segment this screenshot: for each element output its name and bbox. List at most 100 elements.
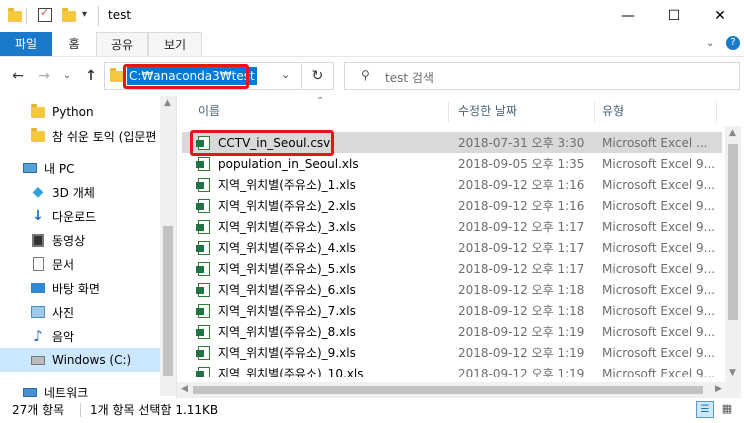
details-view-icon[interactable]: ☰ bbox=[696, 401, 714, 418]
file-date: 2018-09-12 오후 1:19 bbox=[458, 367, 585, 377]
refresh-icon[interactable]: ↻ bbox=[302, 62, 334, 90]
sidebar-item-label: 사진 bbox=[52, 305, 75, 320]
column-header-date[interactable]: 수정한 날짜 bbox=[458, 96, 517, 126]
sidebar-scroll-thumb[interactable] bbox=[163, 226, 173, 376]
title-bar: ✓ ▾ test — ☐ ✕ bbox=[0, 0, 744, 32]
sidebar-item-label: 동영상 bbox=[52, 233, 86, 248]
table-row[interactable]: 지역_위치별(주유소)_1.xls 2018-09-12 오후 1:16 Micro… bbox=[182, 174, 722, 195]
tab-view[interactable]: 보기 bbox=[148, 32, 202, 56]
file-date: 2018-09-12 오후 1:18 bbox=[458, 304, 585, 318]
file-name: 지역_위치별(주유소)_10.xls bbox=[218, 367, 364, 377]
help-button[interactable]: ? bbox=[726, 36, 740, 50]
divider bbox=[80, 403, 81, 417]
file-date: 2018-09-12 오후 1:17 bbox=[458, 241, 585, 255]
column-divider[interactable] bbox=[716, 102, 717, 122]
table-row[interactable]: 지역_위치별(주유소)_3.xls 2018-09-12 오후 1:17 Micro… bbox=[182, 216, 722, 237]
tab-home[interactable]: 홈 bbox=[52, 32, 96, 56]
file-type: Microsoft Excel 9... bbox=[602, 177, 716, 192]
document-icon bbox=[30, 256, 46, 272]
large-icons-view-icon[interactable]: ▦ bbox=[718, 401, 736, 418]
search-box[interactable]: ⚲ test 검색 bbox=[344, 62, 740, 90]
scroll-up-icon[interactable]: ▲ bbox=[164, 98, 171, 108]
music-icon: ♪ bbox=[33, 327, 43, 345]
highlight-box-file bbox=[190, 130, 334, 156]
sidebar-item-label: 3D 개체 bbox=[52, 185, 95, 200]
scroll-right-icon[interactable]: ▶ bbox=[715, 384, 722, 394]
status-bar: 27개 항목 1개 항목 선택함 1.11KB ☰ ▦ bbox=[0, 399, 744, 423]
table-row[interactable]: population_in_Seoul.xls 2018-09-05 오후 1:3… bbox=[182, 153, 722, 174]
close-button[interactable]: ✕ bbox=[697, 0, 743, 32]
excel-file-icon bbox=[196, 303, 210, 318]
table-row[interactable]: 지역_위치별(주유소)_8.xls 2018-09-12 오후 1:19 Micro… bbox=[182, 321, 722, 342]
tab-file[interactable]: 파일 bbox=[0, 32, 52, 56]
file-name: 지역_위치별(주유소)_1.xls bbox=[218, 178, 356, 192]
back-arrow-icon[interactable]: ← bbox=[8, 64, 28, 88]
sidebar-item-this-pc[interactable]: 내 PC bbox=[0, 156, 182, 180]
ribbon-tabs: 파일 홈 공유 보기 ⌄ ? bbox=[0, 32, 744, 57]
sidebar-item-label: 내 PC bbox=[44, 161, 75, 176]
scroll-up-icon[interactable]: ▲ bbox=[729, 128, 736, 138]
file-type: Microsoft Excel 9... bbox=[602, 219, 716, 234]
sidebar-item-windows-c[interactable]: Windows (C:) bbox=[0, 348, 160, 372]
ribbon-expand-icon[interactable]: ⌄ bbox=[706, 38, 714, 49]
file-type: Microsoft Excel 9... bbox=[602, 324, 716, 339]
file-type: Microsoft Excel 9... bbox=[602, 303, 716, 318]
column-divider[interactable] bbox=[448, 102, 449, 122]
column-header-name[interactable]: 이름 bbox=[198, 96, 220, 126]
excel-file-icon bbox=[196, 219, 210, 234]
pc-icon bbox=[22, 160, 38, 176]
scroll-down-icon[interactable]: ▼ bbox=[729, 368, 736, 378]
table-row[interactable]: 지역_위치별(주유소)_10.xls 2018-09-12 오후 1:19 Micr… bbox=[182, 363, 722, 377]
excel-file-icon bbox=[196, 282, 210, 297]
video-icon bbox=[30, 232, 46, 248]
file-type: Microsoft Excel 9... bbox=[602, 156, 716, 171]
excel-file-icon bbox=[196, 261, 210, 276]
properties-icon[interactable]: ✓ bbox=[38, 6, 52, 22]
excel-file-icon bbox=[196, 345, 210, 360]
drive-icon bbox=[30, 352, 46, 368]
recent-locations-icon[interactable]: ⌄ bbox=[60, 64, 74, 88]
file-list-scroll-thumb[interactable] bbox=[728, 144, 738, 320]
chevron-down-icon[interactable]: ⌄ bbox=[281, 68, 290, 81]
file-name: 지역_위치별(주유소)_8.xls bbox=[218, 325, 356, 339]
pane-divider bbox=[176, 96, 177, 399]
divider bbox=[26, 8, 27, 24]
table-row[interactable]: 지역_위치별(주유소)_7.xls 2018-09-12 오후 1:18 Micro… bbox=[182, 300, 722, 321]
sidebar-item-label: 음악 bbox=[52, 329, 75, 344]
file-date: 2018-09-12 오후 1:17 bbox=[458, 262, 585, 276]
file-type: Microsoft Excel 9... bbox=[602, 345, 716, 360]
file-name: 지역_위치별(주유소)_7.xls bbox=[218, 304, 356, 318]
file-list-scrollbar[interactable]: ▲ ▼ bbox=[725, 126, 741, 382]
table-row[interactable]: 지역_위치별(주유소)_4.xls 2018-09-12 오후 1:17 Micro… bbox=[182, 237, 722, 258]
forward-arrow-icon[interactable]: → bbox=[34, 64, 54, 88]
horizontal-scroll-thumb[interactable] bbox=[193, 386, 703, 394]
sidebar-item-label: 다운로드 bbox=[52, 209, 97, 224]
up-arrow-icon[interactable]: ↑ bbox=[82, 64, 100, 88]
minimize-button[interactable]: — bbox=[605, 0, 651, 32]
table-row[interactable]: 지역_위치별(주유소)_5.xls 2018-09-12 오후 1:17 Micro… bbox=[182, 258, 722, 279]
sidebar-scrollbar[interactable]: ▲ bbox=[160, 96, 176, 396]
network-icon bbox=[22, 384, 38, 400]
tab-share[interactable]: 공유 bbox=[96, 32, 148, 56]
sort-ascending-icon: ⌃ bbox=[316, 96, 325, 107]
column-divider[interactable] bbox=[594, 102, 595, 122]
highlight-box-address bbox=[123, 64, 249, 89]
table-row[interactable]: 지역_위치별(주유소)_9.xls 2018-09-12 오후 1:19 Micro… bbox=[182, 342, 722, 363]
maximize-button[interactable]: ☐ bbox=[651, 0, 697, 32]
download-icon: ↓ bbox=[32, 208, 44, 224]
table-row[interactable]: 지역_위치별(주유소)_6.xls 2018-09-12 오후 1:18 Micro… bbox=[182, 279, 722, 300]
file-type: Microsoft Excel 9... bbox=[602, 261, 716, 276]
scroll-left-icon[interactable]: ◀ bbox=[181, 384, 188, 394]
table-row[interactable]: 지역_위치별(주유소)_2.xls 2018-09-12 오후 1:16 Micro… bbox=[182, 195, 722, 216]
file-date: 2018-07-31 오후 3:30 bbox=[458, 136, 585, 150]
column-header-type[interactable]: 유형 bbox=[602, 96, 624, 126]
file-type: Microsoft Excel 9... bbox=[602, 282, 716, 297]
search-input[interactable]: test 검색 bbox=[385, 69, 434, 86]
customize-quick-access-icon[interactable]: ▾ bbox=[82, 9, 87, 20]
horizontal-scrollbar[interactable]: ◀ ▶ bbox=[177, 382, 741, 398]
sidebar-item-label: 네트워크 bbox=[44, 385, 89, 400]
file-date: 2018-09-05 오후 1:35 bbox=[458, 157, 585, 171]
new-folder-icon[interactable] bbox=[62, 8, 76, 22]
file-type: Microsoft Excel 9... bbox=[602, 240, 716, 255]
file-name: 지역_위치별(주유소)_2.xls bbox=[218, 199, 356, 213]
